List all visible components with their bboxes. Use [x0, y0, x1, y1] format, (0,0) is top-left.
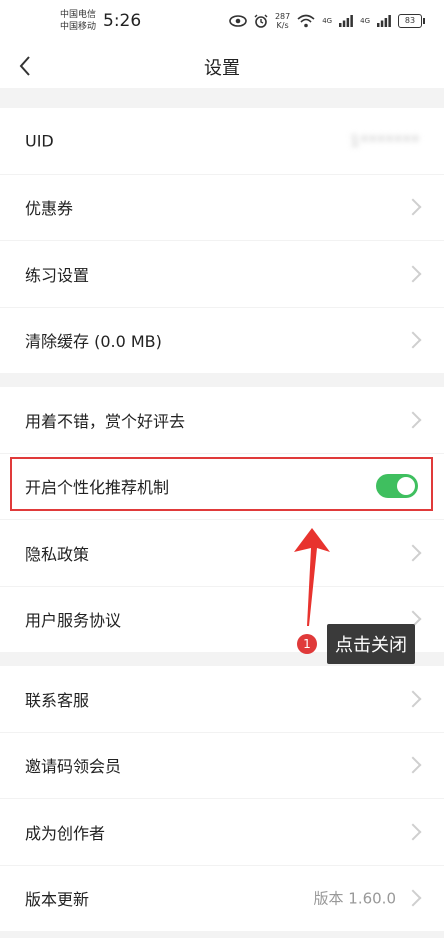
- settings-group-account: UID 1******* 优惠券 练习设置 清除缓存 (0.0 MB): [0, 108, 444, 373]
- chevron-right-icon: [404, 544, 422, 562]
- row-label: 用着不错，赏个好评去: [25, 411, 186, 431]
- highlight-frame: [10, 457, 433, 511]
- row-become-creator[interactable]: 成为创作者: [0, 799, 444, 866]
- carrier-2: 中国移动: [60, 22, 97, 32]
- row-label: 清除缓存 (0.0 MB): [25, 332, 162, 352]
- speed-unit: K/s: [276, 21, 289, 30]
- uid-value: 1*******: [349, 131, 420, 150]
- status-icons: 287 K/s 4G 4G 83: [229, 12, 425, 30]
- chevron-right-icon: [404, 331, 422, 349]
- row-label: 邀请码领会员: [25, 757, 122, 777]
- row-label: 成为创作者: [25, 823, 106, 843]
- chevron-right-icon: [404, 690, 422, 708]
- status-bar: 中国电信 中国移动 5:26 287 K/s 4G 4G 83: [0, 0, 444, 44]
- version-value: 版本 1.60.0: [313, 889, 396, 908]
- chevron-right-icon: [404, 198, 422, 216]
- network-type-2: 4G: [360, 17, 370, 25]
- row-label: UID: [25, 131, 54, 151]
- network-type-1: 4G: [322, 17, 333, 25]
- chevron-right-icon: [404, 265, 422, 283]
- signal-icon: [339, 15, 354, 27]
- settings-group-preferences: 用着不错，赏个好评去 开启个性化推荐机制 隐私政策 用户服务协议: [0, 387, 444, 652]
- carrier-1: 中国电信: [60, 10, 97, 20]
- status-time: 5:26: [103, 11, 142, 31]
- chevron-right-icon: [404, 411, 422, 429]
- chevron-right-icon: [404, 823, 422, 841]
- alarm-icon: [254, 14, 268, 28]
- row-label: 用户服务协议: [25, 611, 122, 631]
- page-title: 设置: [204, 58, 240, 79]
- row-uid: UID 1*******: [0, 108, 444, 175]
- callout-text: 点击关闭: [327, 624, 415, 664]
- settings-group-support: 联系客服 邀请码领会员 成为创作者 版本更新 版本 1.60.0: [0, 666, 444, 931]
- tutorial-callout: 1 点击关闭: [297, 624, 415, 664]
- row-label: 联系客服: [25, 690, 90, 710]
- row-rate-app[interactable]: 用着不错，赏个好评去: [0, 387, 444, 454]
- row-label: 版本更新: [25, 890, 90, 910]
- row-label: 隐私政策: [25, 544, 90, 564]
- row-privacy-policy[interactable]: 隐私政策: [0, 520, 444, 587]
- carrier-info: 中国电信 中国移动: [60, 9, 96, 33]
- signal-icon: [377, 15, 391, 27]
- row-version-update[interactable]: 版本更新 版本 1.60.0: [0, 866, 444, 932]
- pointer-arrow-icon: [294, 528, 330, 626]
- row-clear-cache[interactable]: 清除缓存 (0.0 MB): [0, 308, 444, 374]
- row-practice-settings[interactable]: 练习设置: [0, 241, 444, 308]
- battery-icon: 83: [398, 14, 425, 28]
- eye-icon: [229, 15, 247, 27]
- speed-value: 287: [274, 12, 291, 21]
- row-invite-code[interactable]: 邀请码领会员: [0, 733, 444, 799]
- chevron-right-icon: [404, 889, 422, 907]
- network-speed: 287 K/s: [275, 12, 290, 30]
- row-contact-support[interactable]: 联系客服: [0, 666, 444, 733]
- chevron-right-icon: [404, 756, 422, 774]
- row-label: 练习设置: [25, 265, 90, 285]
- wifi-icon: [297, 14, 315, 28]
- row-coupons[interactable]: 优惠券: [0, 175, 444, 241]
- nav-bar: 设置: [0, 44, 444, 88]
- row-label: 优惠券: [25, 199, 74, 219]
- step-badge: 1: [297, 634, 317, 654]
